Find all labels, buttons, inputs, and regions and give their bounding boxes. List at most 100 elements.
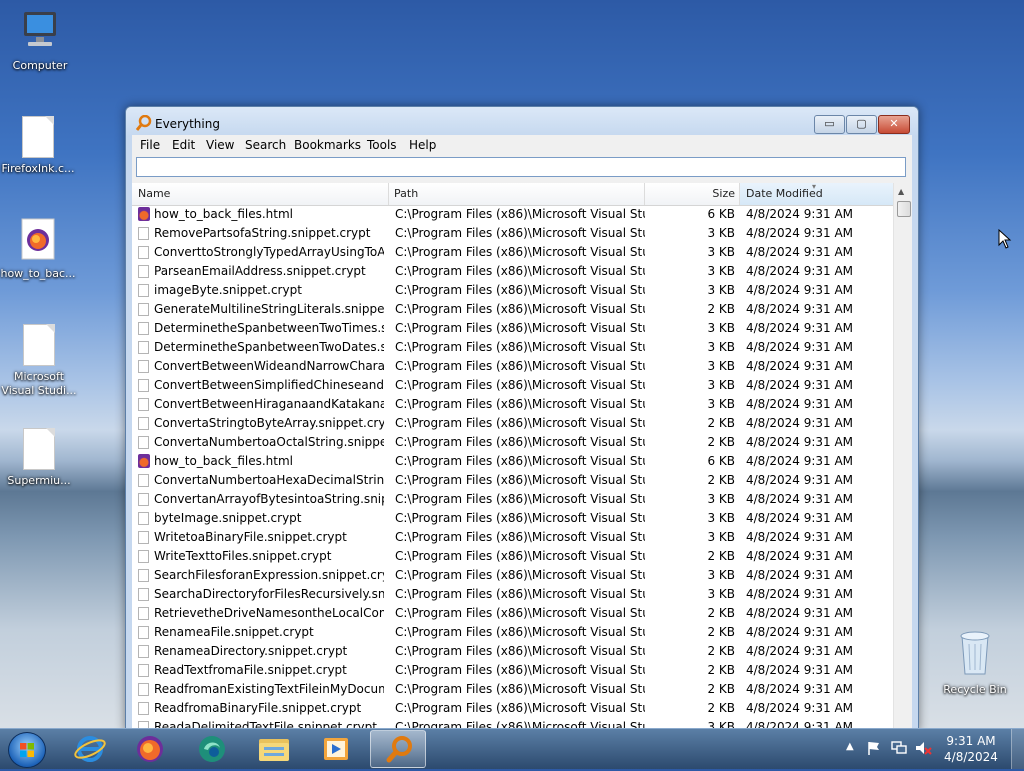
table-row[interactable]: RenameaFile.snippet.crypt C:\Program File… [132,623,894,642]
table-row[interactable]: ConvertBetweenSimplifiedChineseandTra...… [132,376,894,395]
menu-tools[interactable]: Tools [367,138,397,152]
cell-name: how_to_back_files.html [154,207,294,221]
title-bar[interactable]: Everything ▭ ▢ ✕ [126,107,918,137]
search-row [132,155,912,183]
cell-date-modified: 4/8/2024 9:31 AM [746,549,854,563]
table-row[interactable]: SearchaDirectoryforFilesRecursively.snip… [132,585,894,604]
desktop-icon-microsoft-visual-studio[interactable]: Microsoft Visual Studi... [0,324,81,398]
cell-size: 2 KB [707,473,735,487]
table-row[interactable]: byteImage.snippet.crypt C:\Program Files … [132,509,894,528]
maximize-button[interactable]: ▢ [846,115,877,134]
menu-help[interactable]: Help [409,138,436,152]
cell-size: 2 KB [707,663,735,677]
table-row[interactable]: how_to_back_files.html C:\Program Files (… [132,452,894,471]
search-input[interactable] [136,157,906,177]
cell-name: how_to_back_files.html [154,454,294,468]
cell-size: 3 KB [707,397,735,411]
cell-size: 3 KB [707,245,735,259]
table-row[interactable]: RemovePartsofaString.snippet.crypt C:\Pro… [132,224,894,243]
cell-name: ConvertaNumbertoaHexaDecimalString.s... [154,473,384,487]
menu-bookmarks[interactable]: Bookmarks [294,138,361,152]
desktop-icon-how-to-back[interactable]: how_to_bac... [0,218,80,281]
table-row[interactable]: GenerateMultilineStringLiterals.snippet.… [132,300,894,319]
taskbar-everything[interactable] [370,730,426,768]
network-icon[interactable] [890,740,908,756]
table-row[interactable]: imageByte.snippet.crypt C:\Program Files … [132,281,894,300]
menu-file[interactable]: File [140,138,160,152]
table-row[interactable]: ConvertaStringtoByteArray.snippet.crypt C… [132,414,894,433]
table-row[interactable]: ConverttoStronglyTypedArrayUsingToArr...… [132,243,894,262]
results-list: Name Path Size ▾ Date Modified how_to_ba… [132,183,912,731]
clock-date: 4/8/2024 [944,750,998,764]
taskbar-internet-explorer[interactable] [62,730,118,768]
desktop-icon-firefoxink[interactable]: FirefoxInk.c... [0,116,80,176]
file-icon [138,284,149,297]
table-row[interactable]: DeterminetheSpanbetweenTwoTimes.snip... C… [132,319,894,338]
taskbar-file-explorer[interactable] [246,730,302,768]
table-row[interactable]: WriteTexttoFiles.snippet.crypt C:\Program… [132,547,894,566]
menu-search[interactable]: Search [245,138,286,152]
column-header-path[interactable]: Path [389,183,645,205]
show-desktop-button[interactable] [1011,729,1024,769]
cell-path: C:\Program Files (x86)\Microsoft Visual … [395,473,645,487]
cell-size: 2 KB [707,549,735,563]
file-icon [138,702,149,715]
taskbar-app[interactable] [184,730,240,768]
table-row[interactable]: WritetoaBinaryFile.snippet.crypt C:\Progr… [132,528,894,547]
minimize-icon: ▭ [824,117,835,130]
table-row[interactable]: SearchFilesforanExpression.snippet.crypt… [132,566,894,585]
table-row[interactable]: ReadfromaBinaryFile.snippet.crypt C:\Prog… [132,699,894,718]
minimize-button[interactable]: ▭ [814,115,845,134]
cell-path: C:\Program Files (x86)\Microsoft Visual … [395,416,645,430]
table-row[interactable]: RenameaDirectory.snippet.crypt C:\Program… [132,642,894,661]
volume-muted-icon[interactable] [914,740,932,756]
cell-date-modified: 4/8/2024 9:31 AM [746,454,854,468]
table-row[interactable]: ReadfromanExistingTextFileinMyDocume... C… [132,680,894,699]
clock[interactable]: 9:31 AM 4/8/2024 [940,733,1002,765]
table-row[interactable]: RetrievetheDriveNamesontheLocalCompu... C… [132,604,894,623]
desktop-icon-computer[interactable]: Computer [0,10,82,73]
table-row[interactable]: ConvertaNumbertoaHexaDecimalString.s... C… [132,471,894,490]
column-header-date-modified[interactable]: ▾ Date Modified [740,183,894,205]
table-row[interactable]: ConvertanArrayofBytesintoaString.snippet… [132,490,894,509]
show-hidden-icons-icon[interactable]: ▲ [846,741,854,752]
scrollbar-thumb[interactable] [897,201,911,217]
table-row[interactable]: DeterminetheSpanbetweenTwoDates.snip... C… [132,338,894,357]
file-icon [138,322,149,335]
cell-path: C:\Program Files (x86)\Microsoft Visual … [395,511,645,525]
desktop-icon-label: Microsoft Visual Studi... [1,370,77,397]
cell-size: 3 KB [707,511,735,525]
cell-size: 3 KB [707,378,735,392]
table-row[interactable]: ConvertBetweenWideandNarrowCharacte... C:… [132,357,894,376]
table-row[interactable]: ConvertaNumbertoaOctalString.snippet.cr.… [132,433,894,452]
file-icon [138,474,149,487]
cell-path: C:\Program Files (x86)\Microsoft Visual … [395,625,645,639]
cell-path: C:\Program Files (x86)\Microsoft Visual … [395,378,645,392]
cell-size: 2 KB [707,416,735,430]
menu-view[interactable]: View [206,138,234,152]
table-row[interactable]: ReadTextfromaFile.snippet.crypt C:\Progra… [132,661,894,680]
cell-size: 3 KB [707,530,735,544]
file-icon [138,379,149,392]
table-row[interactable]: ParseanEmailAddress.snippet.crypt C:\Prog… [132,262,894,281]
file-icon [138,303,149,316]
table-row[interactable]: ConvertBetweenHiraganaandKatakanaCh... C:… [132,395,894,414]
taskbar-media-player[interactable] [308,730,364,768]
close-button[interactable]: ✕ [878,115,910,134]
system-tray: ▲ 9:31 AM 4/8/2024 [840,729,1024,769]
cell-size: 2 KB [707,625,735,639]
table-row[interactable]: how_to_back_files.html C:\Program Files (… [132,205,894,224]
vertical-scrollbar[interactable]: ▲ [893,183,912,731]
column-header-size[interactable]: Size [645,183,740,205]
cell-size: 2 KB [707,701,735,715]
menu-edit[interactable]: Edit [172,138,195,152]
desktop-icon-supermium[interactable]: Supermiu... [0,428,81,488]
desktop-icon-label: FirefoxInk.c... [1,162,75,175]
file-icon [138,550,149,563]
start-button[interactable] [8,732,46,768]
column-header-name[interactable]: Name [132,183,389,205]
scroll-up-icon[interactable]: ▲ [898,187,904,196]
taskbar-firefox[interactable] [122,730,178,768]
desktop-icon-recycle-bin[interactable]: Recycle Bin [933,630,1017,697]
action-center-flag-icon[interactable] [866,740,882,756]
